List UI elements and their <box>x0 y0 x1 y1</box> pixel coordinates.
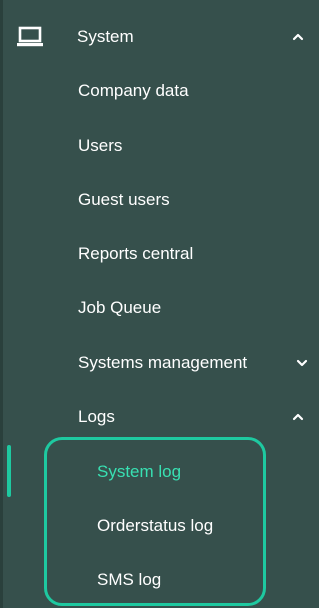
monitor-icon <box>17 26 43 47</box>
nav-subitem-system-log[interactable]: System log <box>0 452 319 492</box>
nav-subitem-label: SMS log <box>97 570 162 589</box>
nav-subitem-label: System log <box>97 462 182 481</box>
chevron-up-icon[interactable] <box>291 32 305 42</box>
nav-item-label: Reports central <box>78 244 194 263</box>
chevron-up-icon[interactable] <box>291 412 305 422</box>
nav-item-company-data[interactable]: Company data <box>0 71 319 111</box>
nav-item-logs[interactable]: Logs <box>0 397 319 437</box>
nav-item-label: Users <box>78 136 123 155</box>
nav-subitem-label: Orderstatus log <box>97 516 214 535</box>
nav-subitem-sms-log[interactable]: SMS log <box>0 560 319 600</box>
nav-item-systems-management[interactable]: Systems management <box>0 343 319 383</box>
chevron-down-icon[interactable] <box>295 358 309 368</box>
nav-item-label: Job Queue <box>78 298 162 317</box>
nav-item-guest-users[interactable]: Guest users <box>0 180 319 220</box>
nav-subitem-orderstatus-log[interactable]: Orderstatus log <box>0 506 319 546</box>
nav-item-system[interactable]: System <box>0 17 319 57</box>
nav-item-logs-label: Logs <box>78 407 115 426</box>
nav-item-users[interactable]: Users <box>0 126 319 166</box>
nav-item-job-queue[interactable]: Job Queue <box>0 288 319 328</box>
nav-item-reports-central[interactable]: Reports central <box>0 234 319 274</box>
nav-item-label: Guest users <box>78 190 170 209</box>
sidebar-nav: System Company data Users Guest users Re… <box>0 0 319 608</box>
nav-item-system-label: System <box>77 27 134 46</box>
nav-item-label: Company data <box>78 81 189 100</box>
nav-item-systems-management-label: Systems management <box>78 353 248 372</box>
